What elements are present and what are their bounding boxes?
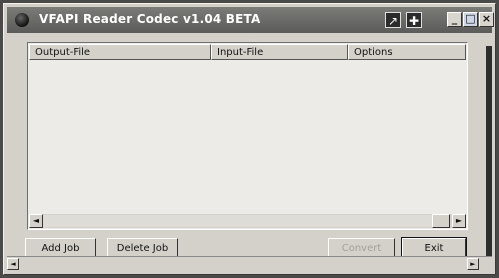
scroll-track[interactable]	[43, 215, 436, 227]
column-output-file[interactable]: Output-File	[29, 44, 211, 60]
column-options[interactable]: Options	[348, 44, 466, 60]
side-scroll-up[interactable]	[486, 34, 492, 46]
close-button[interactable]: ×	[479, 12, 494, 27]
side-scroll-track[interactable]	[486, 46, 492, 260]
bottom-scroll-left-button[interactable]: ◄	[7, 258, 19, 270]
title-bar[interactable]: VFAPI Reader Codec v1.04 BETA ↗ ✚ _ □ ×	[7, 7, 494, 33]
horizontal-scrollbar[interactable]: ◄ ►	[29, 214, 466, 228]
scroll-thumb[interactable]	[432, 214, 450, 228]
maximize-button[interactable]: □	[463, 12, 478, 27]
minimize-button[interactable]: _	[447, 12, 462, 27]
main-window: VFAPI Reader Codec v1.04 BETA ↗ ✚ _ □ × …	[3, 3, 496, 275]
bottom-scrollbar[interactable]: ◄ ►	[7, 256, 492, 271]
list-header: Output-File Input-File Options	[29, 44, 466, 60]
scroll-left-button[interactable]: ◄	[29, 214, 43, 228]
job-list[interactable]: Output-File Input-File Options ◄ ►	[27, 42, 468, 230]
scroll-right-button[interactable]: ►	[452, 214, 466, 228]
pointer-arrow-icon[interactable]: ↗	[385, 12, 401, 28]
bottom-scroll-right-button[interactable]: ►	[467, 258, 479, 270]
column-input-file[interactable]: Input-File	[211, 44, 348, 60]
window-title: VFAPI Reader Codec v1.04 BETA	[39, 12, 261, 26]
app-icon	[15, 13, 29, 27]
plus-cross-icon[interactable]: ✚	[406, 12, 422, 28]
